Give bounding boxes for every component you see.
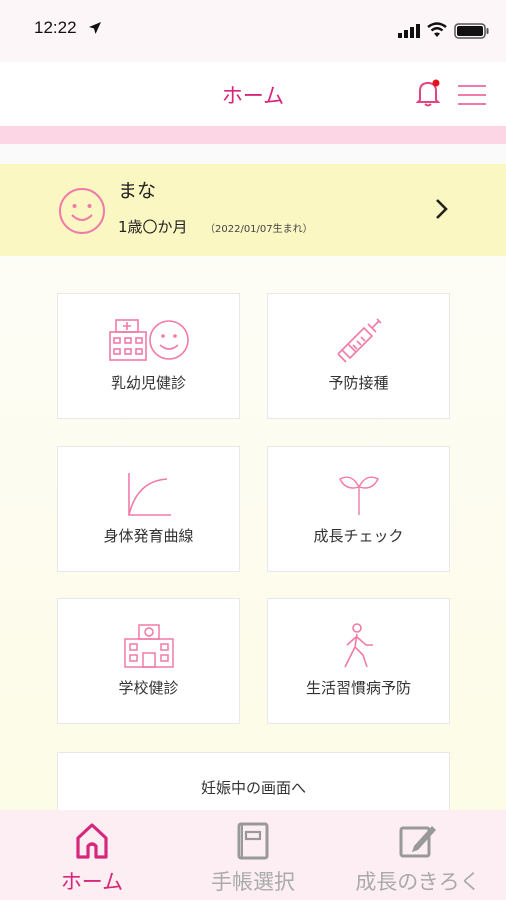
tab-label: 手帳選択 [211, 870, 295, 894]
child-name: まな [118, 180, 157, 202]
section-gap [0, 144, 506, 164]
tab-home[interactable]: ホーム [8, 810, 176, 900]
tile-school-checkup[interactable]: 学校健診 [57, 598, 240, 724]
tab-label: ホーム [60, 870, 124, 894]
tab-notebook-select[interactable]: 手帳選択 [169, 810, 337, 900]
pregnancy-screen-label: 妊娠中の画面へ [200, 779, 306, 797]
bottom-tab-bar: ホーム 手帳選択 成長のきろく [0, 810, 506, 900]
location-arrow-icon [89, 22, 101, 34]
edit-icon [399, 826, 436, 858]
tab-label: 成長のきろく [355, 870, 481, 894]
tile-infant-checkup[interactable]: 乳幼児健診 [57, 293, 240, 419]
header-divider-band [0, 126, 506, 144]
tile-growth-check[interactable]: 成長チェック [267, 446, 450, 572]
menu-icon[interactable] [456, 82, 488, 108]
sprout-icon [338, 476, 379, 515]
tile-label: 身体発育曲線 [103, 527, 194, 545]
bell-icon[interactable] [414, 78, 442, 108]
tile-vaccination[interactable]: 予防接種 [267, 293, 450, 419]
battery-icon [454, 23, 489, 39]
menu-grid: 乳幼児健診 予防接種 身体発育曲線 成長チェック 学校健診 生活習慣病予防 妊娠… [0, 256, 506, 832]
home-icon [76, 823, 108, 859]
tile-label: 学校健診 [118, 679, 179, 697]
hospital-smile-icon [108, 319, 189, 361]
tile-label: 生活習慣病予防 [305, 679, 411, 697]
smile-icon [59, 188, 105, 234]
walking-person-icon [343, 623, 373, 668]
tile-label: 予防接種 [328, 374, 389, 392]
app-header: ホーム [0, 62, 506, 126]
school-icon [123, 624, 174, 668]
tile-growth-curve[interactable]: 身体発育曲線 [57, 446, 240, 572]
tile-label: 成長チェック [313, 527, 404, 545]
notebook-icon [237, 822, 269, 860]
child-age: 1歳〇か月 [118, 218, 188, 236]
growth-curve-icon [127, 473, 171, 516]
tab-growth-record[interactable]: 成長のきろく [334, 810, 502, 900]
tile-label: 乳幼児健診 [110, 374, 186, 392]
chevron-right-icon [436, 199, 448, 219]
wifi-icon [427, 22, 447, 37]
signal-icon [398, 24, 420, 38]
child-birthdate: （2022/01/07生まれ） [205, 224, 313, 235]
status-bar: 12:22 [0, 0, 506, 62]
tile-lifestyle-disease-prevention[interactable]: 生活習慣病予防 [267, 598, 450, 724]
syringe-icon [336, 318, 382, 363]
child-profile-card[interactable]: まな 1歳〇か月 （2022/01/07生まれ） [0, 164, 506, 256]
status-time: 12:22 [34, 18, 77, 37]
